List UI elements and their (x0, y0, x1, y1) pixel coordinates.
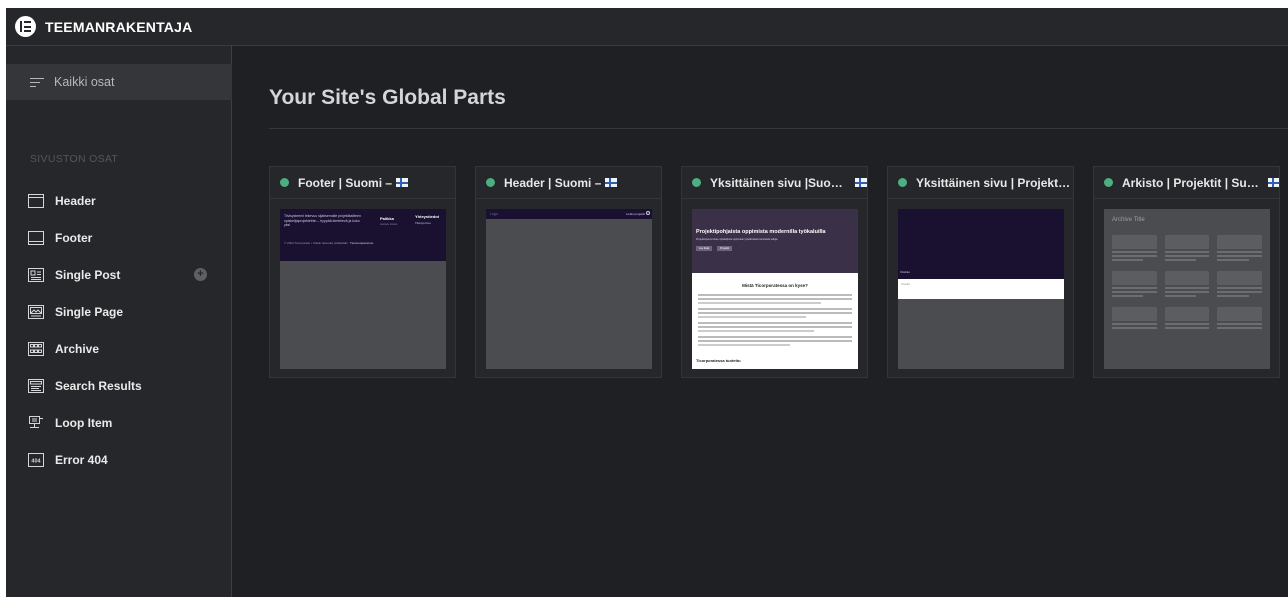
card-preview[interactable]: Otsikko Sisältö (898, 209, 1064, 369)
preview-project-field: Sisältö (901, 282, 911, 286)
svg-text:404: 404 (31, 458, 41, 464)
part-card-header[interactable]: Header | Suomi – Logo Linkki projektit (475, 166, 662, 378)
card-header: Header | Suomi – (476, 167, 661, 199)
part-card-archive[interactable]: Arkisto | Projektit | Suomi – Archive Ti… (1093, 166, 1280, 378)
preview-archive-title: Archive Title (1112, 217, 1145, 223)
status-dot (1104, 178, 1113, 187)
finland-flag-icon (396, 178, 409, 187)
preview-footer-sub-2: Tiivisys Koe (415, 221, 431, 225)
loop-item-icon (28, 415, 44, 430)
card-preview[interactable]: Logo Linkki projektit (486, 209, 652, 369)
title-divider (269, 128, 1288, 129)
preview-hero-button-2: Projektit (717, 246, 733, 251)
filter-lines-icon (30, 77, 44, 87)
sidebar-item-label: Search Results (55, 378, 142, 393)
footer-icon (28, 230, 44, 245)
preview-hero-subtitle: Projektiopetus tukee opiskelijoita oppim… (696, 238, 778, 241)
preview-footer-heading-1: Palikka (380, 216, 394, 221)
preview-footer-link: Tietosuojaseloste (350, 241, 374, 245)
sidebar-item-archive[interactable]: Archive (6, 330, 232, 367)
sidebar: Kaikki osat SIVUSTON OSAT Header Footer (6, 46, 232, 597)
preview-footer-heading-2: Yhteystiedot (415, 214, 440, 219)
sidebar-item-label: Header (55, 193, 96, 208)
card-preview[interactable]: Projektipohjaista oppimista modernilla t… (692, 209, 858, 369)
preview-header-link: Linkki projektit (626, 212, 646, 216)
top-bar: TEEMANRAKENTAJA (6, 8, 1288, 46)
sidebar-item-label: Single Page (55, 304, 124, 319)
single-page-icon (28, 304, 44, 319)
preview-project-label: Otsikko (900, 270, 911, 274)
sidebar-item-header[interactable]: Header (6, 182, 232, 219)
preview-section-title: Mistä Ticorporatessa on kyse? (742, 283, 808, 288)
card-header: Yksittäinen sivu |Suomi – (682, 167, 867, 199)
part-card-footer[interactable]: Footer | Suomi – Tiivisysteemi tekevuu s… (269, 166, 456, 378)
site-parts-list: Header Footer Single Post + Single Page (6, 182, 232, 478)
card-title: Yksittäinen sivu | Projektit – (916, 175, 1073, 190)
status-dot (898, 178, 907, 187)
preview-footer-copyright: © 2024 Ticorporatio • Kaikki oikeudet pi… (284, 241, 348, 245)
preview-body-text (698, 292, 852, 346)
all-parts-button[interactable]: Kaikki osat (6, 64, 232, 100)
card-header: Footer | Suomi – (270, 167, 455, 199)
preview-footer-sub-1: xxxxxx xxxxx (380, 222, 398, 226)
app-title: TEEMANRAKENTAJA (45, 18, 193, 35)
app-window: TEEMANRAKENTAJA Kaikki osat SIVUSTON OSA… (6, 8, 1288, 597)
add-icon[interactable]: + (194, 268, 207, 281)
search-icon (646, 211, 650, 215)
status-dot (692, 178, 701, 187)
card-title: Header | Suomi – (504, 175, 602, 190)
single-post-icon (28, 267, 44, 282)
sidebar-item-single-post[interactable]: Single Post + (6, 256, 232, 293)
status-dot (280, 178, 289, 187)
sidebar-item-label: Archive (55, 341, 100, 356)
card-preview[interactable]: Archive Title (1104, 209, 1270, 369)
preview-hero-button-1: Lue lisää (696, 246, 713, 251)
page-title: Your Site's Global Parts (269, 86, 506, 109)
site-parts-section-label: SIVUSTON OSAT (30, 153, 119, 165)
status-dot (486, 178, 495, 187)
preview-hero-title: Projektipohjaista oppimista modernilla t… (696, 229, 826, 235)
sidebar-item-label: Footer (55, 230, 93, 245)
finland-flag-icon (605, 178, 618, 187)
part-card-single-page-suomi[interactable]: Yksittäinen sivu |Suomi – Projektipohjai… (681, 166, 868, 378)
part-card-single-page-projektit[interactable]: Yksittäinen sivu | Projektit – Otsikko S… (887, 166, 1074, 378)
sidebar-item-single-page[interactable]: Single Page (6, 293, 232, 330)
card-preview[interactable]: Tiivisysteemi tekevuu sijaitsemalle proj… (280, 209, 446, 369)
sidebar-item-label: Error 404 (55, 452, 108, 467)
archive-icon (28, 341, 44, 356)
card-title: Arkisto | Projektit | Suomi – (1122, 175, 1265, 190)
sidebar-item-footer[interactable]: Footer (6, 219, 232, 256)
elementor-logo-icon[interactable] (15, 16, 36, 37)
card-header: Arkisto | Projektit | Suomi – (1094, 167, 1279, 199)
sidebar-item-error-404[interactable]: 404 Error 404 (6, 441, 232, 478)
preview-archive-grid (1112, 235, 1262, 329)
sidebar-item-label: Loop Item (55, 415, 113, 430)
finland-flag-icon (1268, 178, 1279, 187)
finland-flag-icon (855, 178, 867, 187)
sidebar-item-label: Single Post (55, 267, 121, 282)
all-parts-label: Kaikki osat (54, 75, 115, 89)
card-title: Yksittäinen sivu |Suomi – (710, 175, 852, 190)
preview-footer-text: Tiivisysteemi tekevuu sijaitsemalle proj… (284, 214, 361, 227)
preview-header-logo: Logo (490, 212, 498, 216)
sidebar-item-loop-item[interactable]: Loop Item (6, 404, 232, 441)
card-title: Footer | Suomi – (298, 175, 393, 190)
preview-footer-title: Ticorporatessa tuotettu (696, 358, 741, 363)
header-icon (28, 193, 44, 208)
error-404-icon: 404 (28, 452, 44, 467)
card-header: Yksittäinen sivu | Projektit – (888, 167, 1073, 199)
search-results-icon (28, 378, 44, 393)
sidebar-item-search-results[interactable]: Search Results (6, 367, 232, 404)
main-content: Your Site's Global Parts Footer | Suomi … (233, 46, 1288, 597)
